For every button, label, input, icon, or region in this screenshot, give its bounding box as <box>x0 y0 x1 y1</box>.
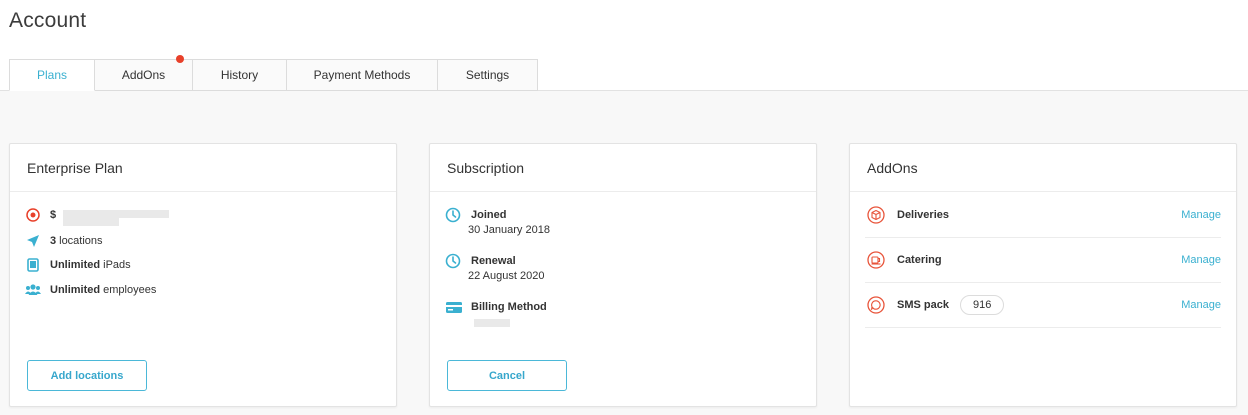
credit-card-icon <box>445 299 463 320</box>
employees-value: Unlimited <box>50 284 101 296</box>
tab-history-label: History <box>220 68 259 82</box>
locations-label: locations <box>59 235 103 247</box>
plan-card-title: Enterprise Plan <box>10 144 396 192</box>
tablet-icon <box>25 257 41 273</box>
manage-catering-link[interactable]: Manage <box>1181 254 1221 266</box>
sms-count-badge: 916 <box>960 295 1005 315</box>
catering-icon <box>867 251 885 269</box>
notification-dot <box>176 55 184 63</box>
manage-deliveries-link[interactable]: Manage <box>1181 209 1221 221</box>
manage-sms-pack-link[interactable]: Manage <box>1181 299 1221 311</box>
clock-icon <box>445 207 461 228</box>
users-icon <box>25 282 41 298</box>
ipads-label: iPads <box>103 259 131 271</box>
addons-card-title: AddOns <box>850 144 1236 192</box>
tab-payment-methods-label: Payment Methods <box>313 68 411 82</box>
plan-card: Enterprise Plan $ 3 locations Unlimited … <box>9 143 397 407</box>
addon-name: SMS pack <box>897 299 949 311</box>
clock-icon <box>445 253 461 274</box>
plan-price-row: $ <box>25 207 170 226</box>
locations-count: 3 <box>50 235 57 247</box>
tab-plans[interactable]: Plans <box>9 59 95 91</box>
addon-row-deliveries: Deliveries Manage <box>865 193 1221 238</box>
cancel-button[interactable]: Cancel <box>447 360 567 391</box>
tab-addons[interactable]: AddOns <box>95 55 193 91</box>
billing-redacted <box>474 319 510 327</box>
tab-addons-label: AddOns <box>121 68 166 82</box>
chat-icon <box>867 296 885 314</box>
addon-name: Catering <box>897 254 942 266</box>
tab-settings[interactable]: Settings <box>438 59 538 91</box>
tab-bar: Plans AddOns History Payment Methods Set… <box>9 55 538 91</box>
addons-card: AddOns Deliveries Manage Catering Manage… <box>849 143 1237 407</box>
ipads-value: Unlimited <box>50 259 101 271</box>
renewal-date: 22 August 2020 <box>468 270 545 282</box>
box-icon <box>867 206 885 224</box>
tab-payment-methods[interactable]: Payment Methods <box>287 59 438 91</box>
plan-ipads-row: Unlimited iPads <box>25 257 131 273</box>
addon-row-sms-pack: SMS pack 916 Manage <box>865 283 1221 328</box>
joined-label: Joined <box>471 209 507 221</box>
addon-row-catering: Catering Manage <box>865 238 1221 283</box>
plan-locations-row: 3 locations <box>25 233 103 249</box>
tab-settings-label: Settings <box>465 68 510 82</box>
page-title: Account <box>9 9 87 32</box>
subscription-card: Subscription Joined 30 January 2018 Rene… <box>429 143 817 407</box>
add-locations-button[interactable]: Add locations <box>27 360 147 391</box>
renewal-label: Renewal <box>471 255 516 267</box>
navigation-arrow-icon <box>25 233 41 249</box>
joined-date: 30 January 2018 <box>468 224 550 236</box>
addon-name: Deliveries <box>897 209 949 221</box>
target-icon <box>25 207 41 223</box>
tab-plans-label: Plans <box>36 68 68 82</box>
price-prefix: $ <box>50 209 57 221</box>
tab-history[interactable]: History <box>193 59 287 91</box>
price-redacted <box>59 207 170 226</box>
billing-label: Billing Method <box>471 301 547 313</box>
employees-label: employees <box>103 284 157 296</box>
subscription-card-title: Subscription <box>430 144 816 192</box>
plan-employees-row: Unlimited employees <box>25 282 156 298</box>
